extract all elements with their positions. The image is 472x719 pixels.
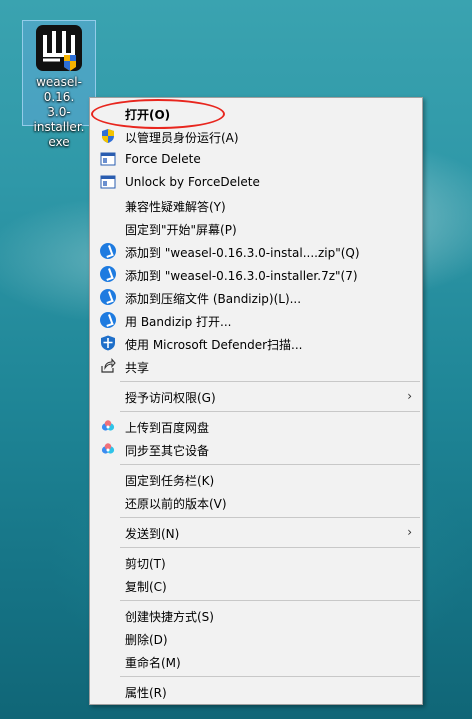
menu-separator bbox=[120, 600, 420, 601]
uac-shield-icon bbox=[100, 128, 116, 144]
chevron-right-icon: › bbox=[407, 389, 412, 403]
menu-separator bbox=[120, 547, 420, 548]
highlight-annotation-oval bbox=[91, 99, 225, 129]
bandizip-icon bbox=[100, 266, 116, 282]
menu-item-create-shortcut[interactable]: 创建快捷方式(S) bbox=[92, 604, 420, 626]
menu-item-upload-baidu[interactable]: 上传到百度网盘 bbox=[92, 415, 420, 437]
menu-item-label: 重命名(M) bbox=[125, 656, 181, 670]
forcedelete-icon bbox=[100, 151, 116, 167]
baidu-netdisk-icon bbox=[100, 418, 116, 434]
menu-item-label: 添加到压缩文件 (Bandizip)(L)... bbox=[125, 292, 302, 306]
menu-separator bbox=[120, 676, 420, 677]
menu-item-label: 用 Bandizip 打开... bbox=[125, 315, 232, 329]
chevron-right-icon: › bbox=[407, 525, 412, 539]
menu-item-force-delete[interactable]: Force Delete bbox=[92, 148, 420, 170]
menu-item-label: Unlock by ForceDelete bbox=[125, 175, 260, 189]
menu-item-label: Force Delete bbox=[125, 152, 201, 166]
menu-item-add-to-7z[interactable]: 添加到 "weasel-0.16.3.0-installer.7z"(7) bbox=[92, 263, 420, 285]
menu-item-label: 固定到"开始"屏幕(P) bbox=[125, 223, 237, 237]
bandizip-icon bbox=[100, 312, 116, 328]
menu-item-unlock-forcedelete[interactable]: Unlock by ForceDelete bbox=[92, 171, 420, 193]
menu-item-copy[interactable]: 复制(C) bbox=[92, 574, 420, 596]
menu-item-label: 添加到 "weasel-0.16.3.0-installer.7z"(7) bbox=[125, 269, 358, 283]
menu-item-label: 兼容性疑难解答(Y) bbox=[125, 200, 226, 214]
menu-item-label: 固定到任务栏(K) bbox=[125, 474, 215, 488]
menu-separator bbox=[120, 517, 420, 518]
menu-item-defender-scan[interactable]: 使用 Microsoft Defender扫描... bbox=[92, 332, 420, 354]
menu-item-label: 剪切(T) bbox=[125, 557, 166, 571]
file-label-line-2: 3.0-installer. bbox=[33, 105, 85, 134]
menu-item-label: 授予访问权限(G) bbox=[125, 391, 216, 405]
menu-item-restore-versions[interactable]: 还原以前的版本(V) bbox=[92, 491, 420, 513]
menu-item-label: 同步至其它设备 bbox=[125, 444, 210, 458]
menu-item-label: 共享 bbox=[125, 361, 150, 375]
menu-item-label: 上传到百度网盘 bbox=[125, 421, 210, 435]
menu-item-pin-taskbar[interactable]: 固定到任务栏(K) bbox=[92, 468, 420, 490]
menu-item-label: 删除(D) bbox=[125, 633, 168, 647]
menu-item-label: 还原以前的版本(V) bbox=[125, 497, 227, 511]
menu-item-send-to[interactable]: 发送到(N) › bbox=[92, 521, 420, 543]
menu-item-grant-access[interactable]: 授予访问权限(G) › bbox=[92, 385, 420, 407]
menu-item-pin-to-start[interactable]: 固定到"开始"屏幕(P) bbox=[92, 217, 420, 239]
menu-item-sync-devices[interactable]: 同步至其它设备 bbox=[92, 438, 420, 460]
menu-item-label: 发送到(N) bbox=[125, 527, 180, 541]
baidu-netdisk-icon bbox=[100, 441, 116, 457]
menu-item-label: 以管理员身份运行(A) bbox=[125, 131, 239, 145]
desktop-file-icon-weasel-installer[interactable]: weasel-0.16. 3.0-installer. exe bbox=[22, 20, 96, 149]
menu-item-rename[interactable]: 重命名(M) bbox=[92, 650, 420, 672]
menu-separator bbox=[120, 411, 420, 412]
menu-item-label: 创建快捷方式(S) bbox=[125, 610, 214, 624]
menu-separator bbox=[120, 381, 420, 382]
menu-item-properties[interactable]: 属性(R) bbox=[92, 680, 420, 702]
desktop-file-label: weasel-0.16. 3.0-installer. exe bbox=[23, 75, 95, 150]
menu-item-cut[interactable]: 剪切(T) bbox=[92, 551, 420, 573]
forcedelete-icon bbox=[100, 174, 116, 190]
menu-item-delete[interactable]: 删除(D) bbox=[92, 627, 420, 649]
menu-separator bbox=[120, 464, 420, 465]
defender-icon bbox=[100, 335, 116, 351]
menu-item-compat-troubleshoot[interactable]: 兼容性疑难解答(Y) bbox=[92, 194, 420, 216]
menu-item-label: 复制(C) bbox=[125, 580, 167, 594]
context-menu: 打开(O) 以管理员身份运行(A) Force Delete Unlock by… bbox=[89, 97, 423, 705]
menu-item-label: 使用 Microsoft Defender扫描... bbox=[125, 338, 303, 352]
menu-item-label: 属性(R) bbox=[125, 686, 167, 700]
menu-item-share[interactable]: 共享 bbox=[92, 355, 420, 377]
file-label-line-3: exe bbox=[48, 135, 70, 149]
menu-item-add-to-zip[interactable]: 添加到 "weasel-0.16.3.0-instal....zip"(Q) bbox=[92, 240, 420, 262]
bandizip-icon bbox=[100, 289, 116, 305]
menu-item-label: 添加到 "weasel-0.16.3.0-instal....zip"(Q) bbox=[125, 246, 360, 260]
bandizip-icon bbox=[100, 243, 116, 259]
file-label-line-1: weasel-0.16. bbox=[36, 75, 82, 104]
share-icon bbox=[100, 358, 116, 374]
menu-item-add-to-archive-bandizip[interactable]: 添加到压缩文件 (Bandizip)(L)... bbox=[92, 286, 420, 308]
menu-item-open-with-bandizip[interactable]: 用 Bandizip 打开... bbox=[92, 309, 420, 331]
weasel-app-icon bbox=[36, 25, 82, 71]
